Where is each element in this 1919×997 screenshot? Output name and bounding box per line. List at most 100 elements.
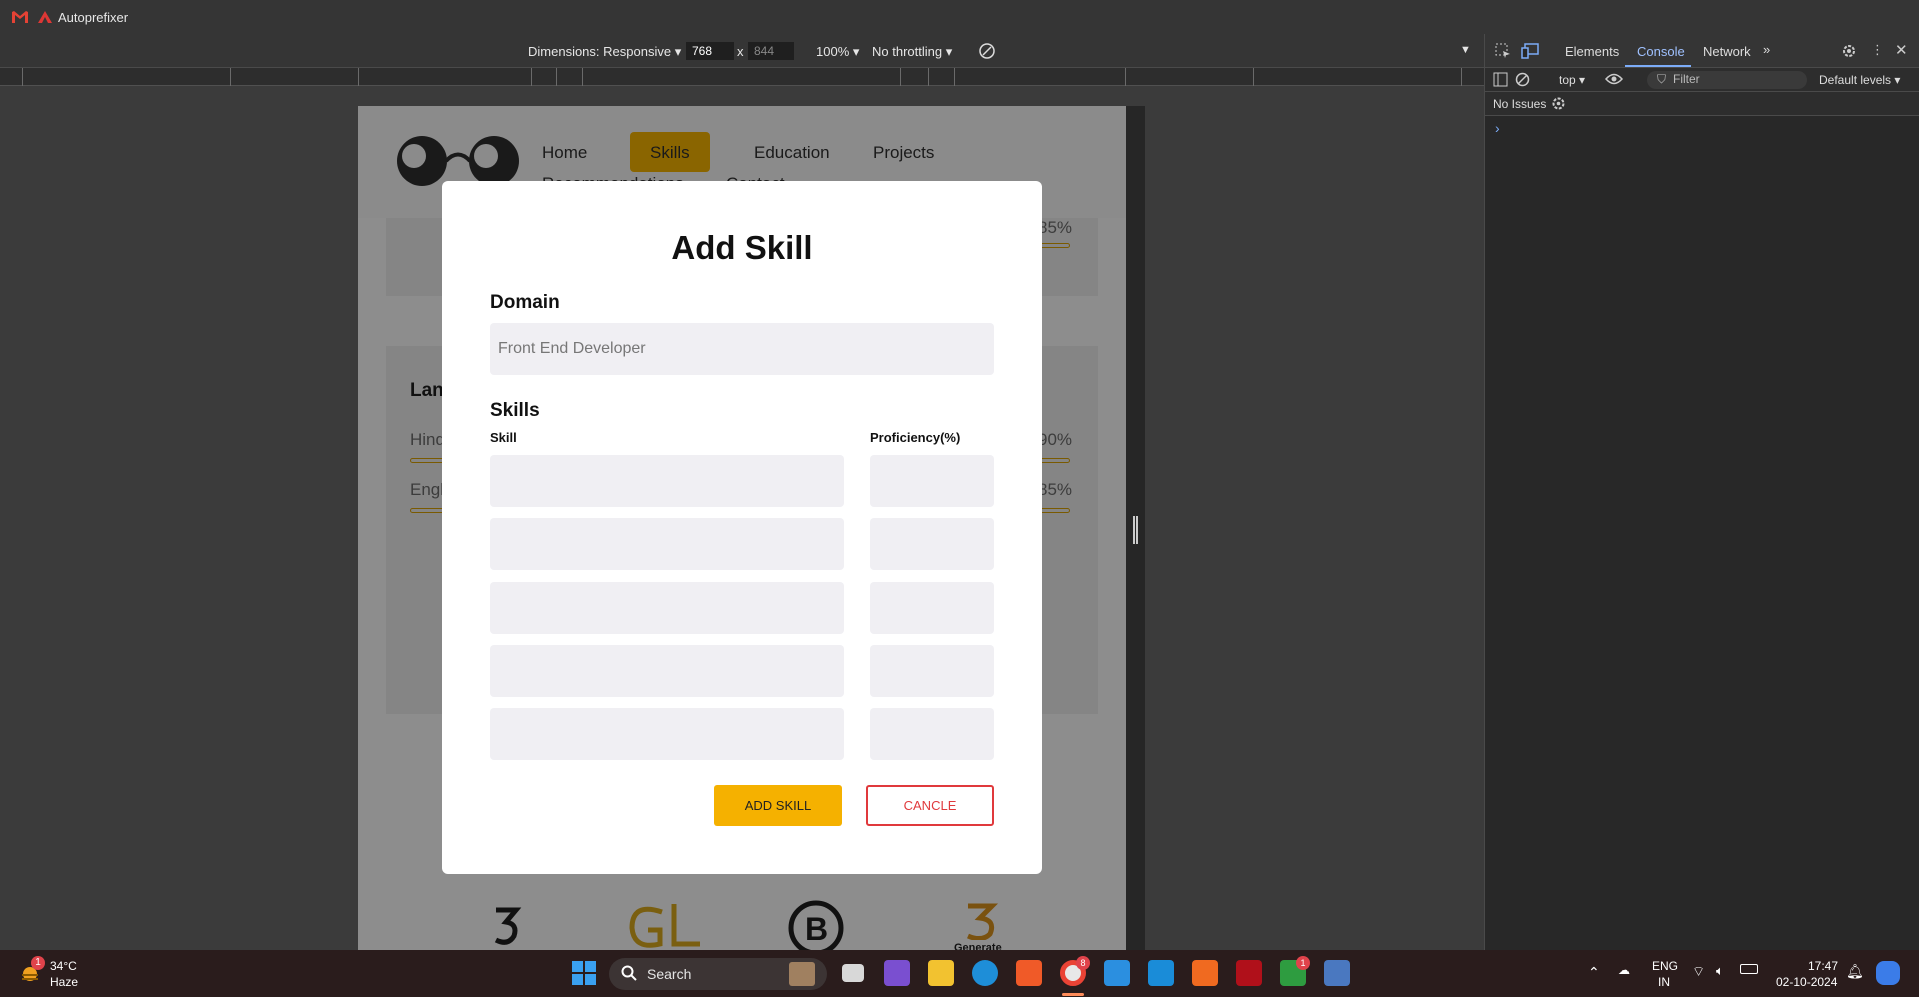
proficiency-input-5[interactable] (870, 708, 994, 760)
tab-console[interactable]: Console (1637, 44, 1685, 59)
gmail-icon[interactable] (12, 11, 28, 23)
rotate-icon[interactable] (978, 42, 996, 63)
bootstrap-logo-icon: B (788, 900, 844, 950)
proficiency-input-1[interactable] (870, 455, 994, 507)
bookmark-label: Autoprefixer (58, 9, 129, 25)
onedrive-icon[interactable]: ☁ (1618, 963, 1630, 977)
svg-text:B: B (805, 911, 828, 947)
throttle-label: No throttling (872, 44, 943, 59)
nav-skills[interactable]: Skills (650, 143, 690, 163)
throttle-dropdown[interactable]: No throttling ▾ (872, 44, 952, 60)
more-tabs-icon[interactable]: » (1763, 42, 1770, 57)
taskbar-search[interactable]: Search (609, 958, 827, 990)
console-prompt[interactable]: › (1495, 120, 1500, 136)
tech-logo-icon (492, 906, 522, 950)
skill-input-4[interactable] (490, 645, 844, 697)
copilot-icon[interactable] (1876, 961, 1900, 985)
add-skill-button[interactable]: ADD SKILL (714, 785, 842, 826)
app-icon-red[interactable] (1236, 960, 1262, 986)
height-input[interactable]: 844 (748, 42, 794, 60)
edge-browser-icon[interactable] (972, 960, 998, 986)
skill-input-1[interactable] (490, 455, 844, 507)
width-input[interactable]: 768 (686, 42, 734, 60)
clock-time[interactable]: 17:47 (1808, 959, 1838, 973)
file-explorer-icon[interactable] (928, 960, 954, 986)
toolbar-more-icon[interactable]: ▼ (1460, 44, 1471, 56)
xbox-badge: 1 (1296, 956, 1310, 970)
app-icon-purple[interactable] (884, 960, 910, 986)
bookmark-autoprefixer[interactable]: Autoprefixer (38, 10, 128, 25)
live-expression-eye-icon[interactable] (1604, 72, 1624, 89)
weather-badge: 1 (31, 956, 45, 970)
proficiency-input-2[interactable] (870, 518, 994, 570)
notification-bell-icon[interactable]: 🔔︎ (1846, 963, 1864, 980)
domain-input[interactable]: Front End Developer (490, 323, 994, 375)
bookmarks-bar: Autoprefixer (0, 0, 1919, 34)
skills-label: Skills (490, 400, 540, 421)
times-symbol: x (737, 44, 744, 59)
skill-input-5[interactable] (490, 708, 844, 760)
dimensions-label: Dimensions: Responsive (528, 44, 672, 59)
language-indicator[interactable]: ENG (1652, 959, 1678, 973)
temperature: 34°C (50, 959, 77, 973)
ruler-tick (1461, 68, 1462, 86)
search-label: Search (647, 966, 692, 982)
sidebar-toggle-icon[interactable] (1493, 72, 1508, 90)
gl-logo-icon (626, 902, 706, 950)
battery-icon[interactable] (1740, 964, 1758, 974)
issues-count[interactable]: No Issues (1493, 97, 1546, 111)
volume-icon[interactable]: 🔈︎ (1716, 963, 1724, 979)
modal-title: Add Skill (671, 229, 813, 266)
xampp-icon[interactable] (1192, 960, 1218, 986)
ruler-tick (22, 68, 23, 86)
tab-network[interactable]: Network (1703, 44, 1751, 59)
ruler-tick (556, 68, 557, 86)
clock-date: 02-10-2024 (1776, 975, 1838, 989)
ruler-tick (230, 68, 231, 86)
weather-condition: Haze (50, 975, 79, 989)
kebab-menu-icon[interactable]: ⋮ (1871, 42, 1884, 58)
progress-bar (1038, 243, 1070, 248)
wifi-icon[interactable]: ⌔ (1692, 963, 1705, 981)
active-tab-indicator (1625, 65, 1691, 67)
skill-input-2[interactable] (490, 518, 844, 570)
zoom-dropdown[interactable]: 100% ▾ (816, 44, 859, 60)
console-settings-icon[interactable] (1551, 96, 1566, 114)
windows-start-icon[interactable] (572, 961, 596, 990)
filter-input[interactable]: ⛉ Filter (1647, 71, 1807, 89)
nav-home[interactable]: Home (542, 143, 587, 163)
context-dropdown[interactable]: top ▾ (1559, 73, 1585, 87)
progress-bar (1038, 508, 1070, 513)
skill-input-3[interactable] (490, 582, 844, 634)
dimensions-dropdown[interactable]: Dimensions: Responsive ▾ (528, 44, 681, 60)
vscode-icon[interactable] (1104, 960, 1130, 986)
add-skill-modal: Add Skill Domain Front End Developer Ski… (442, 181, 1042, 874)
app-icon-blue[interactable] (1148, 960, 1174, 986)
device-toggle-icon[interactable] (1521, 43, 1539, 62)
language-label: Hind (410, 430, 445, 449)
log-levels-dropdown[interactable]: Default levels ▾ (1819, 73, 1900, 87)
devtools-tabbar: Elements Console Network » ⋮ ✕ (1485, 34, 1919, 68)
resize-handle[interactable] (1133, 516, 1138, 544)
proficiency-input-4[interactable] (870, 645, 994, 697)
settings-gear-icon[interactable] (1841, 43, 1857, 62)
calculator-icon[interactable] (1324, 960, 1350, 986)
show-hidden-icons-icon[interactable]: ⌃ (1588, 964, 1600, 981)
task-view-icon[interactable] (842, 964, 864, 982)
inspect-element-icon[interactable] (1495, 43, 1511, 62)
ruler-tick (582, 68, 583, 86)
tab-elements[interactable]: Elements (1565, 44, 1619, 59)
device-toolbar: Dimensions: Responsive ▾ 768 x 844 100% … (0, 34, 1484, 68)
zoom-label: 100% (816, 44, 850, 59)
autoprefixer-icon (38, 11, 52, 23)
clear-console-icon[interactable] (1515, 72, 1530, 90)
nav-education[interactable]: Education (754, 143, 830, 163)
devtools-panel: Elements Console Network » ⋮ ✕ top ▾ ⛉ F… (1484, 34, 1919, 950)
languages-heading: Lan (410, 380, 444, 401)
close-devtools-icon[interactable]: ✕ (1895, 41, 1908, 59)
search-highlight-image (789, 962, 815, 986)
nav-projects[interactable]: Projects (873, 143, 934, 163)
brave-browser-icon[interactable] (1016, 960, 1042, 986)
cancel-button[interactable]: CANCLE (866, 785, 994, 826)
proficiency-input-3[interactable] (870, 582, 994, 634)
